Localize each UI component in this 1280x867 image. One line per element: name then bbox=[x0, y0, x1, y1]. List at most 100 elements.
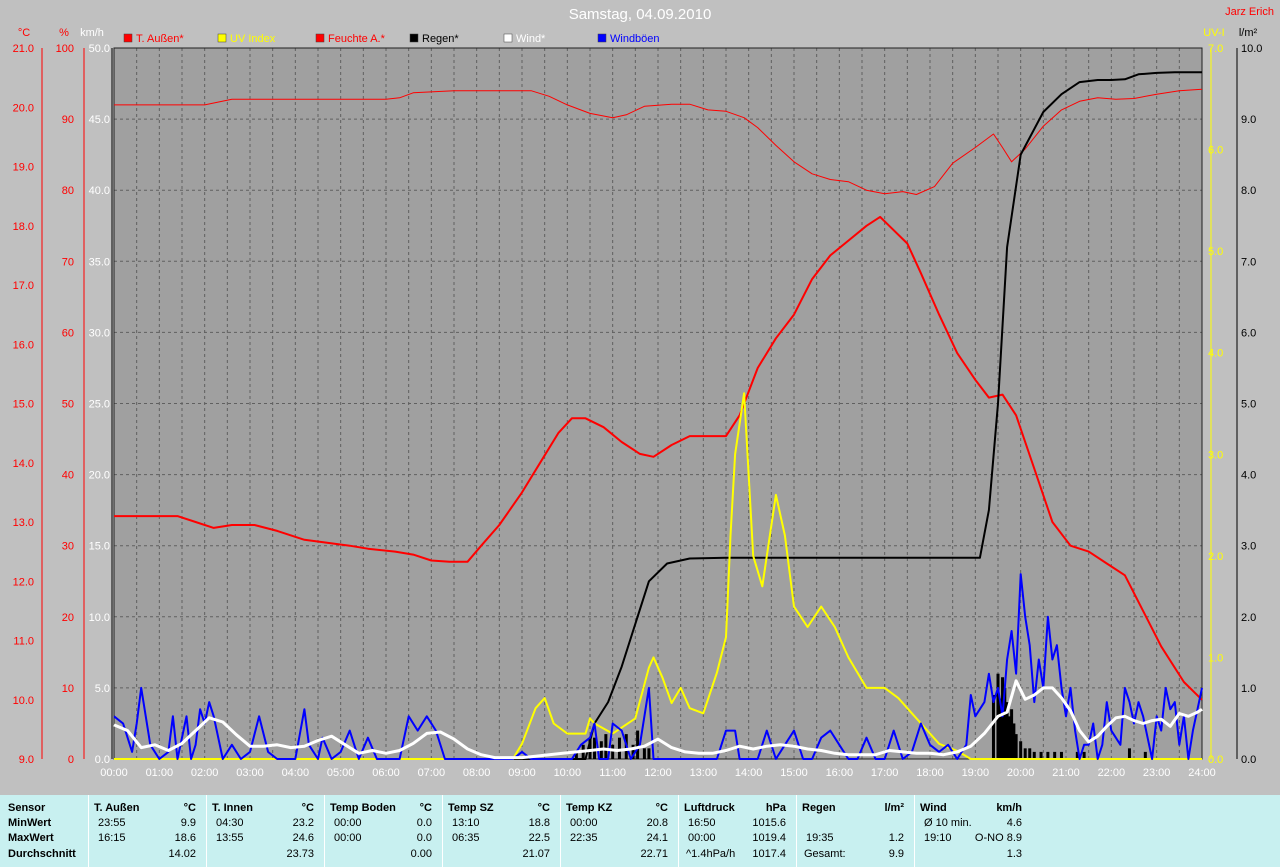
stats-col-title: Sensor bbox=[8, 802, 46, 814]
tick-label-humidity: 30 bbox=[62, 541, 74, 553]
tick-label-humidity: 80 bbox=[62, 185, 74, 197]
tick-label-humidity: 100 bbox=[56, 43, 74, 55]
tick-label-temp: 11.0 bbox=[13, 636, 34, 648]
x-tick-label: 11:00 bbox=[599, 767, 626, 779]
rain-bar bbox=[1127, 748, 1131, 759]
rain-bar bbox=[1039, 751, 1043, 759]
tick-label-temp: 19.0 bbox=[13, 162, 34, 174]
stats-min-value: 20.8 bbox=[646, 817, 668, 829]
tick-label-wind: 25.0 bbox=[89, 399, 110, 411]
x-tick-label: 07:00 bbox=[418, 767, 446, 779]
tick-label-wind: 20.0 bbox=[89, 470, 110, 482]
tick-label-rain: 5.0 bbox=[1241, 399, 1256, 411]
rain-bar bbox=[1019, 741, 1023, 759]
legend-label-uv: UV Index bbox=[230, 33, 276, 45]
stats-col-unit: °C bbox=[537, 802, 550, 814]
x-tick-label: 17:00 bbox=[871, 767, 899, 779]
tick-label-temp: 16.0 bbox=[13, 339, 34, 351]
legend-swatch-gust bbox=[597, 33, 607, 43]
tick-label-humidity: 90 bbox=[62, 114, 74, 126]
legend-swatch-uv bbox=[217, 33, 227, 43]
stats-col-unit: km/h bbox=[996, 802, 1022, 814]
stats-col-unit: °C bbox=[301, 802, 314, 814]
stats-min-value: 23.2 bbox=[292, 817, 314, 829]
tick-label-rain: 7.0 bbox=[1241, 256, 1256, 268]
stats-separator bbox=[88, 795, 89, 867]
rain-bar bbox=[1143, 751, 1147, 759]
tick-label-wind: 15.0 bbox=[89, 541, 110, 553]
tick-label-rain: 2.0 bbox=[1241, 612, 1256, 624]
tick-label-wind: 50.0 bbox=[89, 43, 110, 55]
stats-avg-value: 14.02 bbox=[168, 848, 196, 860]
axis-unit-temp: °C bbox=[18, 27, 30, 39]
x-tick-label: 20:00 bbox=[1007, 767, 1035, 779]
stats-min-value: 0.0 bbox=[416, 817, 432, 829]
tick-label-uv: 2.0 bbox=[1208, 551, 1223, 563]
tick-label-humidity: 70 bbox=[62, 256, 74, 268]
stats-avg-value: 9.9 bbox=[888, 848, 904, 860]
chart-title: Samstag, 04.09.2010 bbox=[568, 6, 712, 23]
axis-unit-wind: km/h bbox=[80, 27, 104, 39]
legend-swatch-wind bbox=[503, 33, 513, 43]
weather-chart: 9.0 10.0 11.0 12.0 13.0 14.0 15.0 16.0 17.0 18.0 1… bbox=[13, 27, 1263, 779]
tick-label-temp: 14.0 bbox=[13, 458, 34, 470]
stats-avg-value: 1.3 bbox=[1006, 848, 1022, 860]
x-tick-label: 13:00 bbox=[690, 767, 718, 779]
stats-max-value: O-NO 8.9 bbox=[974, 832, 1022, 844]
stats-avg-value: 23.73 bbox=[286, 848, 314, 860]
stats-avg-value: 0.00 bbox=[410, 848, 432, 860]
rain-bar bbox=[1053, 751, 1057, 759]
tick-label-wind: 5.0 bbox=[95, 683, 110, 695]
tick-label-humidity: 10 bbox=[62, 683, 74, 695]
stats-max-value: 0.0 bbox=[416, 832, 432, 844]
x-tick-label: 12:00 bbox=[644, 767, 672, 779]
stats-row-label: MaxWert bbox=[8, 832, 54, 844]
tick-label-wind: 40.0 bbox=[89, 185, 110, 197]
stats-avg-value: 1017.4 bbox=[752, 848, 786, 860]
tick-label-humidity: 60 bbox=[62, 327, 74, 339]
x-tick-label: 23:00 bbox=[1143, 767, 1171, 779]
stats-separator bbox=[206, 795, 207, 867]
tick-label-temp: 13.0 bbox=[13, 517, 34, 529]
tick-label-rain: 3.0 bbox=[1241, 541, 1256, 553]
tick-label-humidity: 20 bbox=[62, 612, 74, 624]
tick-label-rain: 9.0 bbox=[1241, 114, 1256, 126]
x-tick-label: 22:00 bbox=[1098, 767, 1126, 779]
stats-col-unit: °C bbox=[183, 802, 196, 814]
stats-min-value: 4.6 bbox=[1006, 817, 1022, 829]
stats-max-value: 1.2 bbox=[888, 832, 904, 844]
tick-label-humidity: 50 bbox=[62, 399, 74, 411]
legend-label-temp: T. Außen* bbox=[136, 33, 184, 45]
rain-bar bbox=[593, 737, 597, 759]
legend-swatch-temp bbox=[123, 33, 133, 43]
stats-col-unit: hPa bbox=[765, 802, 786, 814]
stats-min-value: 9.9 bbox=[180, 817, 196, 829]
tick-label-rain: 6.0 bbox=[1241, 327, 1256, 339]
stats-max-value: 24.6 bbox=[292, 832, 314, 844]
tick-label-uv: 7.0 bbox=[1208, 43, 1223, 55]
rain-bar bbox=[1059, 751, 1063, 759]
tick-label-rain: 4.0 bbox=[1241, 470, 1256, 482]
rain-bar bbox=[604, 734, 608, 759]
stats-separator bbox=[324, 795, 325, 867]
axis-unit-humidity: % bbox=[59, 27, 69, 39]
legend: T. Außen* UV Index Feuchte A.* Regen* Wind* W… bbox=[123, 33, 660, 45]
tick-label-temp: 21.0 bbox=[13, 43, 34, 55]
stats-avg-value: 22.71 bbox=[640, 848, 668, 860]
tick-label-temp: 15.0 bbox=[13, 399, 34, 411]
rain-bar bbox=[647, 748, 651, 759]
rain-bar bbox=[642, 748, 646, 759]
stats-separator bbox=[442, 795, 443, 867]
legend-label-wind: Wind* bbox=[516, 33, 546, 45]
x-tick-label: 00:00 bbox=[100, 767, 128, 779]
stats-max-value: 24.1 bbox=[646, 832, 668, 844]
legend-swatch-humidity bbox=[315, 33, 325, 43]
stats-max-value: 1019.4 bbox=[752, 832, 786, 844]
x-tick-label: 16:00 bbox=[826, 767, 854, 779]
stats-max-value: 18.6 bbox=[174, 832, 196, 844]
stats-panel: MinWert MaxWert Durchschnitt Sensor T. Außen… bbox=[0, 795, 1280, 867]
rain-bar bbox=[1023, 748, 1027, 759]
x-tick-label: 14:00 bbox=[735, 767, 763, 779]
author-label: Jarz Erich bbox=[1225, 6, 1274, 18]
tick-label-wind: 30.0 bbox=[89, 327, 110, 339]
